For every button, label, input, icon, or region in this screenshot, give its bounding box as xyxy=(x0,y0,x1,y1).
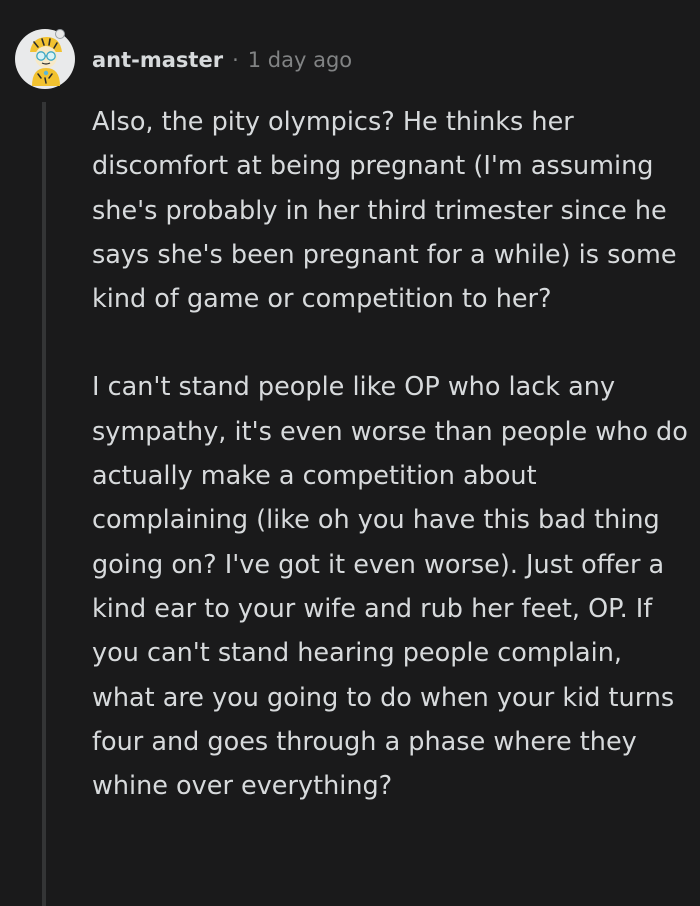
comment: ant-master · 1 day ago Also, the pity ol… xyxy=(0,0,700,906)
username-link[interactable]: ant-master xyxy=(92,48,223,72)
meta-separator: · xyxy=(232,48,239,72)
comment-paragraph: I can't stand people like OP who lack an… xyxy=(92,372,688,802)
user-avatar-icon[interactable] xyxy=(14,28,76,90)
comment-timestamp[interactable]: 1 day ago xyxy=(248,48,352,72)
comment-body: Also, the pity olympics? He thinks her d… xyxy=(92,100,692,808)
thread-collapse-line[interactable] xyxy=(42,102,46,906)
comment-meta: ant-master · 1 day ago xyxy=(92,44,352,76)
comment-paragraph: Also, the pity olympics? He thinks her d… xyxy=(92,107,677,315)
